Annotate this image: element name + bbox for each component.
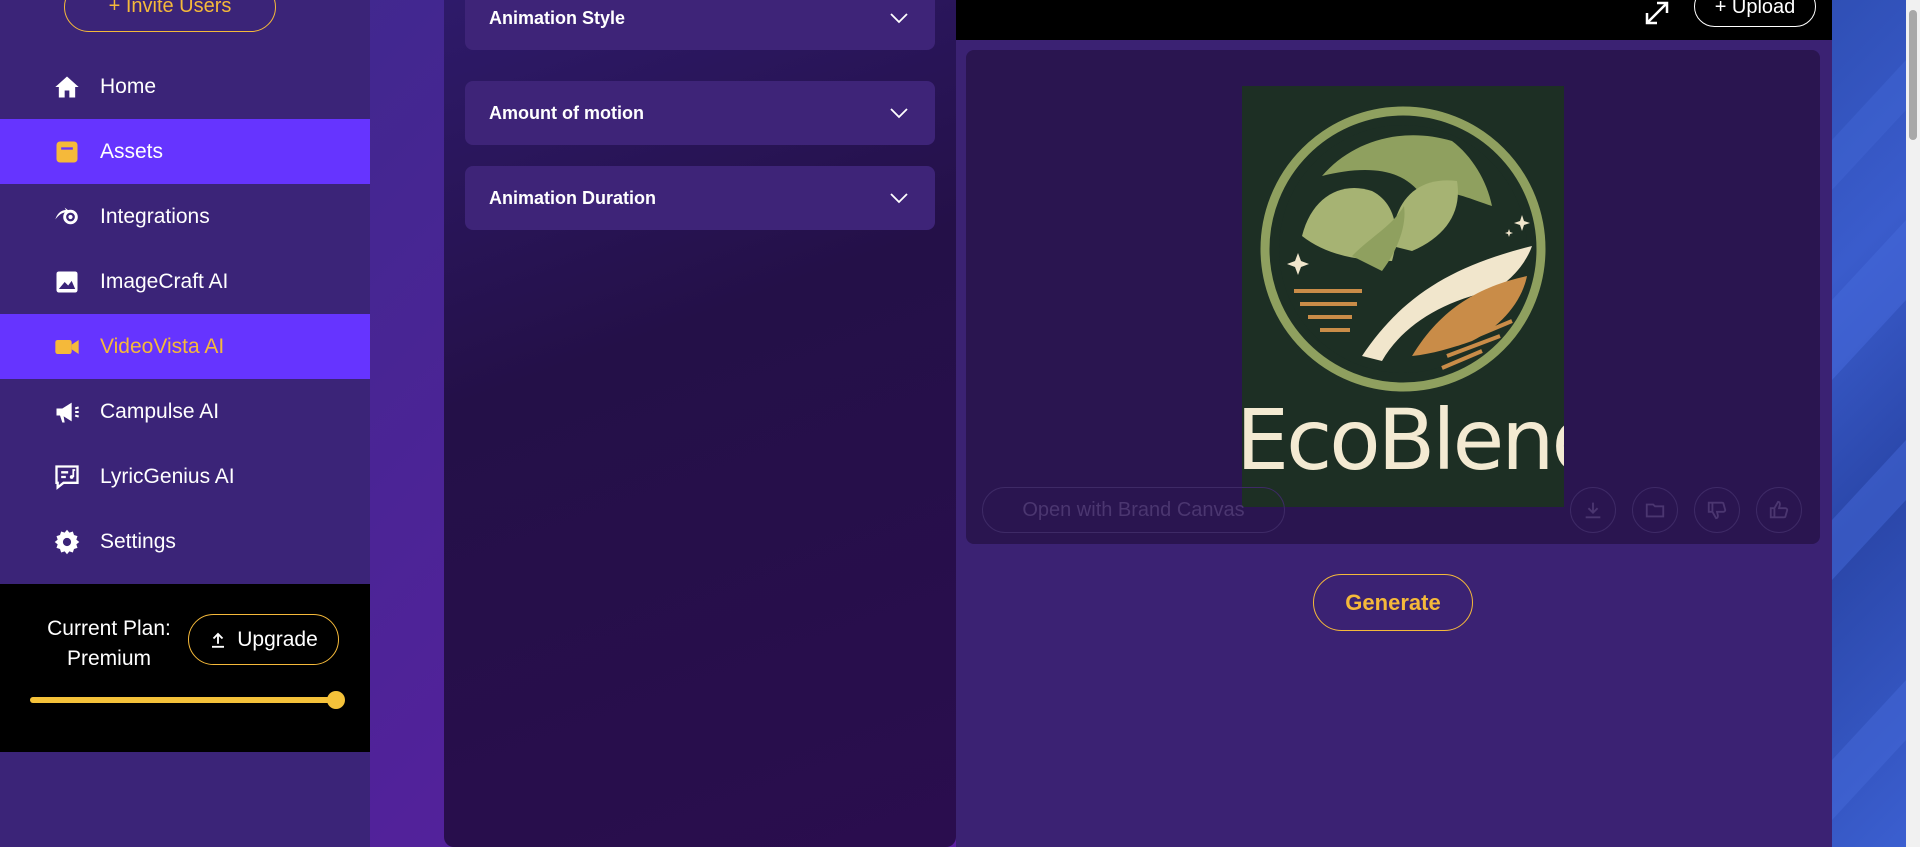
sidebar-item-label: Integrations [100,204,210,228]
accordion-label: Amount of motion [489,102,644,123]
sidebar-item-label: LyricGenius AI [100,464,235,488]
sidebar-item-campulse[interactable]: Campulse AI [0,379,370,444]
sidebar-item-label: Assets [100,139,164,163]
home-icon [52,72,82,102]
gear-icon [52,527,82,557]
upgrade-label: Upgrade [237,627,318,651]
scrollbar-thumb[interactable] [1909,10,1917,140]
sidebar-item-label: VideoVista AI [100,334,225,358]
plan-usage-fill [30,697,336,703]
plan-box: Current Plan: Premium Upgrade [0,584,370,752]
sidebar-item-assets[interactable]: Assets [0,119,370,184]
sidebar-item-settings[interactable]: Settings [0,509,370,574]
sidebar-item-label: Home [100,74,157,98]
like-button[interactable] [1756,487,1802,533]
accordion-amount-of-motion[interactable]: Amount of motion [465,81,935,145]
plan-name: Premium [66,647,151,670]
lyrics-icon [52,462,82,492]
accordion-label: Animation Style [489,7,626,28]
upgrade-button[interactable]: Upgrade [188,614,339,665]
expand-icon[interactable] [1642,0,1672,28]
chevron-down-icon [890,13,908,24]
save-to-folder-button[interactable] [1632,487,1678,533]
sidebar-item-integrations[interactable]: Integrations [0,184,370,249]
sidebar: + Invite Users Home Assets Integrations … [0,0,370,847]
accordion-label: Animation Duration [489,187,656,208]
page-scrollbar[interactable] [1906,0,1920,847]
logo-text: EcoBlend [1242,391,1564,489]
preview-area: + Upload EcoBlen Open with Brand Canvas … [956,0,1832,847]
sidebar-item-label: ImageCraft AI [100,269,229,293]
thumbs-down-icon [1707,501,1727,520]
preview-toolbar: + Upload [956,0,1832,40]
megaphone-icon [52,397,82,427]
plan-usage-slider[interactable] [30,691,345,709]
sidebar-item-label: Campulse AI [100,399,220,423]
image-icon [52,267,82,297]
video-icon [52,332,82,362]
accordion-animation-duration[interactable]: Animation Duration [465,166,935,230]
sidebar-item-imagecraft[interactable]: ImageCraft AI [0,249,370,314]
invite-users-button[interactable]: + Invite Users [64,0,276,32]
chevron-down-icon [890,108,908,119]
accordion-animation-style[interactable]: Animation Style [465,0,935,50]
thumbs-up-icon [1769,500,1789,519]
upload-arrow-icon [212,632,225,648]
plan-label-line1: Current Plan: [47,617,171,640]
folder-icon [1645,503,1665,518]
background-decoration [1832,0,1906,847]
sidebar-item-videovista[interactable]: VideoVista AI [0,314,370,379]
chevron-down-icon [890,193,908,204]
dislike-button[interactable] [1694,487,1740,533]
current-plan-label: Current Plan: Premium [30,614,188,674]
ecoblend-logo-image: EcoBlend [1242,86,1564,507]
preview-card: EcoBlend Open with Brand Canvas [966,50,1820,544]
generate-button[interactable]: Generate [1313,574,1473,631]
animation-settings-panel: Animation Style Amount of motion Animati… [444,0,956,847]
open-brand-canvas-button[interactable]: Open with Brand Canvas [982,487,1285,533]
sidebar-item-home[interactable]: Home [0,54,370,119]
sidebar-item-label: Settings [100,529,176,553]
integrations-icon [52,202,82,232]
assets-icon [52,137,82,167]
upload-button[interactable]: + Upload [1694,0,1816,27]
plan-usage-thumb[interactable] [327,691,345,709]
download-button[interactable] [1570,487,1616,533]
sidebar-item-lyricgenius[interactable]: LyricGenius AI [0,444,370,509]
download-icon [1585,502,1601,519]
